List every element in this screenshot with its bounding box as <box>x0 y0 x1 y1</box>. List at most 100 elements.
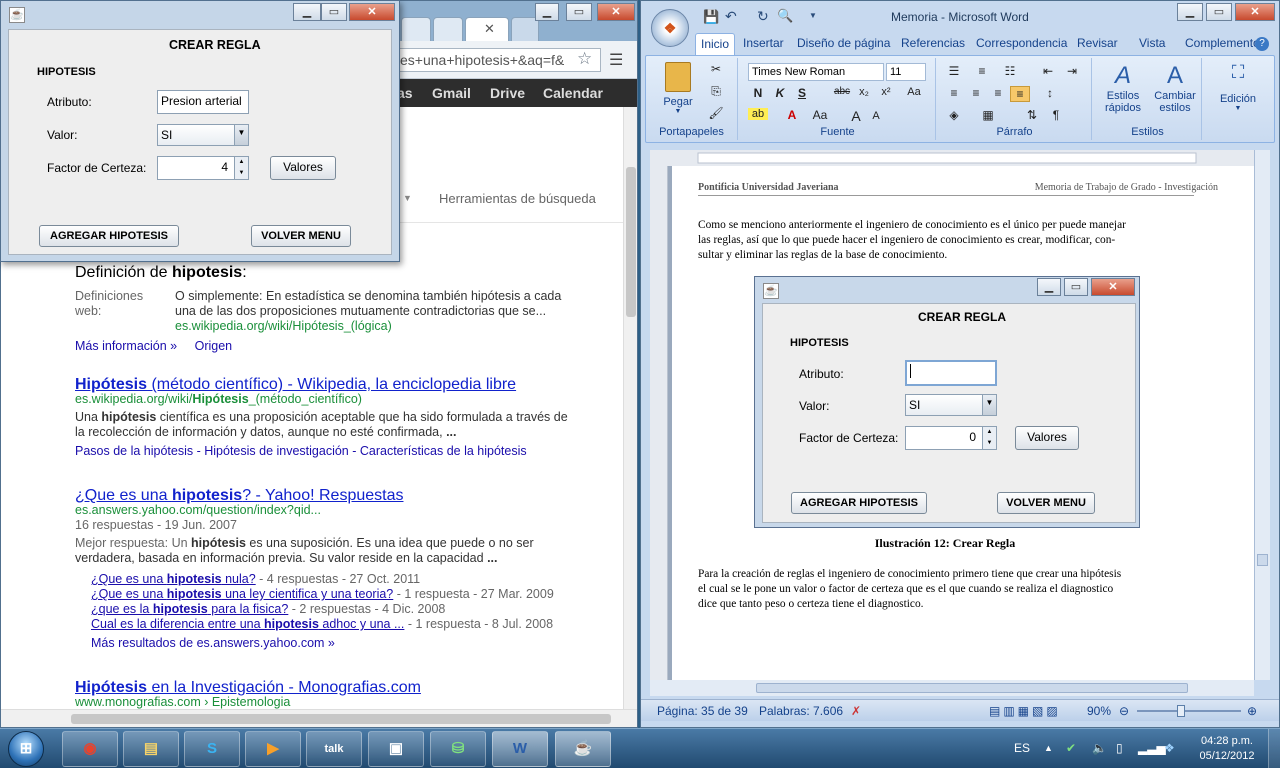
dialog-titlebar[interactable]: ☕ ▁ ▭ ✕ <box>1 1 399 29</box>
factor-spinner[interactable]: 4 ▲ ▼ <box>157 156 249 180</box>
network-icon[interactable]: ▂▃▅ <box>1138 741 1166 755</box>
chrome-close-button[interactable]: ✕ <box>597 3 635 21</box>
quick-styles-button[interactable]: A Estilos rápidos <box>1098 62 1148 114</box>
word-minimize-button[interactable]: ▁ <box>1177 3 1203 21</box>
change-styles-button[interactable]: A Cambiar estilos <box>1150 62 1200 114</box>
result-title-part[interactable]: ¿Que es una <box>75 487 172 504</box>
chrome-maximize-button[interactable]: ▭ <box>566 3 592 21</box>
more-results-link[interactable]: Más resultados de es.answers.yahoo.com » <box>91 636 595 651</box>
align-right-icon[interactable]: ≡ <box>988 86 1008 100</box>
sort-icon[interactable]: ⇅ <box>1022 108 1042 122</box>
shrink-font-icon[interactable]: A <box>866 110 886 122</box>
word-close-button[interactable]: ✕ <box>1235 3 1275 21</box>
show-marks-icon[interactable]: ¶ <box>1046 108 1066 122</box>
tab-inicio[interactable]: Inicio <box>695 33 736 55</box>
align-left-icon[interactable]: ≡ <box>944 86 964 100</box>
underline-icon[interactable]: S <box>792 86 812 100</box>
help-icon[interactable]: ? <box>1255 37 1269 51</box>
address-bar[interactable]: es+una+hipotesis+&aq=f& <box>395 48 601 72</box>
result-sitelinks[interactable]: Pasos de la hipótesis - Hipótesis de inv… <box>75 444 595 459</box>
result-title-bold[interactable]: Hipótesis <box>75 376 147 393</box>
related-question-link[interactable]: ¿que es la hipotesis para la fisica? <box>91 602 288 616</box>
shading-icon[interactable]: ◈ <box>944 108 964 122</box>
gbar-calendar[interactable]: Calendar <box>543 85 603 101</box>
taskbar-media-icon[interactable]: ▶ <box>245 731 301 767</box>
browser-tab[interactable] <box>433 17 463 41</box>
zoom-slider-thumb[interactable] <box>1177 705 1185 717</box>
result-title-rest[interactable]: en la Investigación - Monografias.com <box>147 679 420 696</box>
paste-button[interactable]: Pegar ▼ <box>656 62 700 115</box>
char-size-icon[interactable]: Aa <box>810 108 830 122</box>
tab-insertar[interactable]: Insertar <box>743 36 784 50</box>
origin-link[interactable]: Origen <box>195 339 233 353</box>
dialog-close-button[interactable]: ✕ <box>349 3 395 21</box>
scroll-thumb[interactable] <box>626 167 636 317</box>
view-buttons-icon[interactable]: ▤▥▦▧▨ <box>989 704 1061 718</box>
taskbar-database-icon[interactable]: ⛁ <box>430 731 486 767</box>
editing-button[interactable]: ⛶ Edición ▼ <box>1210 62 1266 112</box>
gbar-gmail[interactable]: Gmail <box>432 85 471 101</box>
taskbar-skype-icon[interactable]: S <box>184 731 240 767</box>
more-info-link[interactable]: Más información » <box>75 339 177 353</box>
gbar-drive[interactable]: Drive <box>490 85 525 101</box>
borders-icon[interactable]: ▦ <box>978 108 998 122</box>
clock[interactable]: 04:28 p.m. 05/12/2012 <box>1194 734 1260 764</box>
related-question-link[interactable]: Cual es la diferencia entre una hipotesi… <box>91 617 404 631</box>
taskbar-word-icon[interactable]: W <box>492 731 548 767</box>
result-title[interactable]: ¿Que es una hipotesis? - Yahoo! Respuest… <box>75 487 595 504</box>
qat-customize-icon[interactable]: ▼ <box>809 11 817 20</box>
zoom-slider[interactable] <box>1137 705 1241 717</box>
taskbar-virtualbox-icon[interactable]: ▣ <box>368 731 424 767</box>
superscript-icon[interactable]: x² <box>876 86 896 98</box>
taskbar-explorer-icon[interactable]: ▤ <box>123 731 179 767</box>
result-title[interactable]: Hipótesis (método científico) - Wikipedi… <box>75 376 595 393</box>
related-question-link[interactable]: ¿Que es una hipotesis nula? <box>91 572 256 586</box>
grow-font-icon[interactable]: A <box>846 108 866 124</box>
undo-icon[interactable]: ↶ <box>725 8 737 25</box>
align-center-icon[interactable]: ≡ <box>966 86 986 100</box>
result-title[interactable]: Hipótesis en la Investigación - Monograf… <box>75 679 595 696</box>
word-titlebar[interactable]: 💾 ↶ ↻ 🔍 ▼ Memoria - Microsoft Word ▁ ▭ ✕ <box>641 1 1279 33</box>
format-painter-icon[interactable]: 🖌 <box>706 106 726 120</box>
battery-icon[interactable]: ▯ <box>1116 741 1123 755</box>
chrome-vertical-scrollbar[interactable] <box>623 107 637 709</box>
tab-correspondencia[interactable]: Correspondencia <box>976 36 1067 50</box>
tab-revisar[interactable]: Revisar <box>1077 36 1118 50</box>
volume-icon[interactable]: 🔈 <box>1092 741 1107 755</box>
search-tools-link[interactable]: Herramientas de búsqueda <box>439 191 596 206</box>
chrome-minimize-button[interactable]: ▁ <box>535 3 559 21</box>
result-title-part[interactable]: ? - Yahoo! Respuestas <box>242 487 403 504</box>
browser-tab[interactable] <box>401 17 431 41</box>
bullets-icon[interactable]: ☰ <box>944 64 964 78</box>
dialog-maximize-button[interactable]: ▭ <box>321 3 347 21</box>
attribute-input[interactable]: Presion arterial <box>157 90 249 114</box>
dropbox-icon[interactable]: ❖ <box>1164 741 1175 755</box>
agregar-hipotesis-button[interactable]: AGREGAR HIPOTESIS <box>39 225 179 247</box>
tray-expand-icon[interactable]: ▲ <box>1044 743 1053 753</box>
horizontal-ruler[interactable] <box>650 150 1254 166</box>
scroll-thumb[interactable] <box>756 683 1188 693</box>
result-title-rest[interactable]: (método científico) - Wikipedia, la enci… <box>147 376 516 393</box>
redo-icon[interactable]: ↻ <box>757 8 769 25</box>
font-color-icon[interactable]: A <box>782 108 802 122</box>
font-size-select[interactable]: 11 <box>886 63 926 81</box>
numbering-icon[interactable]: ≡ <box>972 64 992 78</box>
start-button[interactable]: ⊞ <box>8 731 44 767</box>
zoom-in-icon[interactable]: ⊕ <box>1247 704 1257 718</box>
status-words[interactable]: Palabras: 7.606 <box>759 704 843 718</box>
save-icon[interactable]: 💾 <box>703 9 719 25</box>
line-spacing-icon[interactable]: ↕ <box>1040 86 1060 100</box>
change-case-icon[interactable]: Aa <box>904 86 924 98</box>
taskbar-gtalk-icon[interactable]: talk <box>306 731 362 767</box>
tab-diseno[interactable]: Diseño de página <box>797 36 890 50</box>
word-horizontal-scrollbar[interactable] <box>650 680 1254 696</box>
related-question-link[interactable]: ¿Que es una hipotesis una ley cientifica… <box>91 587 393 601</box>
cut-icon[interactable]: ✂ <box>706 62 726 76</box>
tab-complementos[interactable]: Complementos <box>1185 36 1266 50</box>
chevron-down-icon[interactable]: ▼ <box>234 125 248 145</box>
justify-icon[interactable]: ≡ <box>1010 86 1030 102</box>
browser-tab-active[interactable]: ✕ <box>465 17 509 41</box>
volver-menu-button[interactable]: VOLVER MENU <box>251 225 351 247</box>
language-indicator[interactable]: ES <box>1014 741 1030 755</box>
print-preview-icon[interactable]: 🔍 <box>777 8 793 24</box>
